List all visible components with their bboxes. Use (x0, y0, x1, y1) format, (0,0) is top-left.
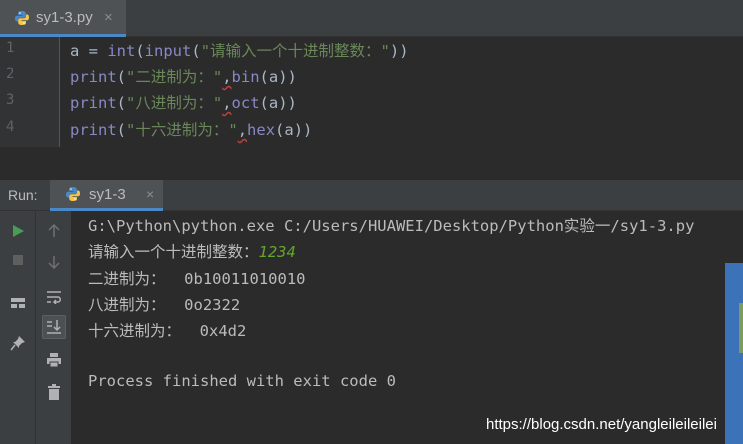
line-number: 3 (6, 92, 15, 108)
code-separator: , (237, 121, 248, 139)
run-tab-close-icon[interactable]: × (146, 186, 154, 202)
code-builtin: oct (231, 94, 260, 112)
code-string: "二进制为：" (126, 68, 223, 86)
layout-icon (11, 298, 25, 308)
code-text: )) (389, 42, 409, 60)
clear-all-button[interactable] (42, 380, 66, 404)
console-exit-line: Process finished with exit code 0 (88, 372, 396, 390)
pin-icon (10, 336, 25, 351)
line-number: 4 (6, 119, 15, 135)
print-icon (47, 353, 61, 368)
run-tab-title: sy1-3 (89, 186, 126, 203)
console-prompt: 请输入一个十进制整数： (88, 243, 259, 261)
code-builtin: input (144, 42, 192, 60)
console-prompt-line: 请输入一个十进制整数：1234 (88, 240, 296, 262)
background-window-edge (725, 263, 743, 444)
up-arrow-icon (48, 224, 60, 237)
rerun-button[interactable] (6, 219, 30, 243)
console-hex-line: 十六进制为： 0x4d2 (88, 322, 247, 340)
code-builtin: print (70, 94, 117, 112)
code-text: ( (191, 42, 201, 60)
code-line-2[interactable]: print("二进制为：",bin(a)) (70, 65, 297, 87)
code-builtin: bin (231, 68, 260, 86)
code-builtin: int (107, 42, 136, 60)
line-number: 2 (6, 66, 15, 82)
editor-tab-close-icon[interactable]: × (104, 9, 113, 26)
editor-empty-area[interactable] (0, 147, 743, 180)
run-tool-column-primary (0, 211, 36, 444)
console-user-input: 1234 (258, 243, 296, 261)
trash-icon (48, 384, 60, 400)
code-line-3[interactable]: print("八进制为：",oct(a)) (70, 91, 297, 113)
editor-tab-bar: sy1-3.py × (0, 0, 743, 37)
code-text: (a)) (259, 68, 297, 86)
code-string: "请输入一个十进制整数：" (200, 42, 390, 60)
code-string: "八进制为：" (126, 94, 223, 112)
python-file-icon (65, 186, 81, 207)
line-number: 1 (6, 40, 15, 56)
run-label: Run: (8, 187, 38, 203)
code-line-1[interactable]: a = int(input("请输入一个十进制整数：")) (70, 39, 409, 61)
code-separator: , (222, 94, 232, 112)
soft-wrap-icon (47, 291, 61, 304)
scroll-to-end-button[interactable] (42, 315, 66, 339)
line-number-gutter: 1 2 3 4 (0, 37, 60, 147)
code-text: ( (116, 121, 127, 139)
stop-button[interactable] (6, 248, 30, 272)
run-toolbar: Run: sy1-3 × (0, 180, 743, 211)
python-file-icon (14, 10, 30, 31)
editor-tab-title: sy1-3.py (36, 9, 93, 26)
run-icon (13, 225, 24, 237)
stop-icon (13, 255, 23, 265)
code-string: "十六进制为：" (126, 121, 238, 139)
code-text: ( (116, 94, 127, 112)
run-tool-column-secondary (36, 211, 72, 444)
down-arrow-icon (48, 256, 60, 269)
print-button[interactable] (42, 348, 66, 372)
next-occurrence-button[interactable] (42, 250, 66, 274)
code-builtin: print (70, 68, 117, 86)
code-builtin: hex (247, 121, 276, 139)
code-builtin: print (70, 121, 117, 139)
code-text: ( (135, 42, 145, 60)
console-command-line: G:\Python\python.exe C:/Users/HUAWEI/Des… (88, 217, 695, 235)
soft-wrap-button[interactable] (42, 285, 66, 309)
run-console-output[interactable]: G:\Python\python.exe C:/Users/HUAWEI/Des… (72, 211, 743, 444)
restore-layout-button[interactable] (6, 291, 30, 315)
previous-occurrence-button[interactable] (42, 219, 66, 243)
code-line-4[interactable]: print("十六进制为：",hex(a)) (70, 118, 312, 140)
code-separator: , (222, 68, 232, 86)
code-text: ( (116, 68, 127, 86)
console-octal-line: 八进制为： 0o2322 (88, 296, 241, 314)
code-text: a = (70, 42, 108, 60)
code-text: (a)) (275, 121, 313, 139)
console-binary-line: 二进制为： 0b10011010010 (88, 270, 306, 288)
run-tab-sy1-3[interactable]: sy1-3 × (50, 180, 163, 211)
background-window-strip (739, 303, 743, 353)
code-editor[interactable]: 1 2 3 4 a = int(input("请输入一个十进制整数：")) pr… (0, 37, 743, 147)
pin-tab-button[interactable] (6, 331, 30, 355)
editor-tab-sy1-3[interactable]: sy1-3.py × (0, 0, 126, 37)
watermark-text: https://blog.csdn.net/yangleileileilei (486, 416, 717, 433)
code-text: (a)) (259, 94, 297, 112)
scroll-to-end-icon (47, 320, 61, 334)
